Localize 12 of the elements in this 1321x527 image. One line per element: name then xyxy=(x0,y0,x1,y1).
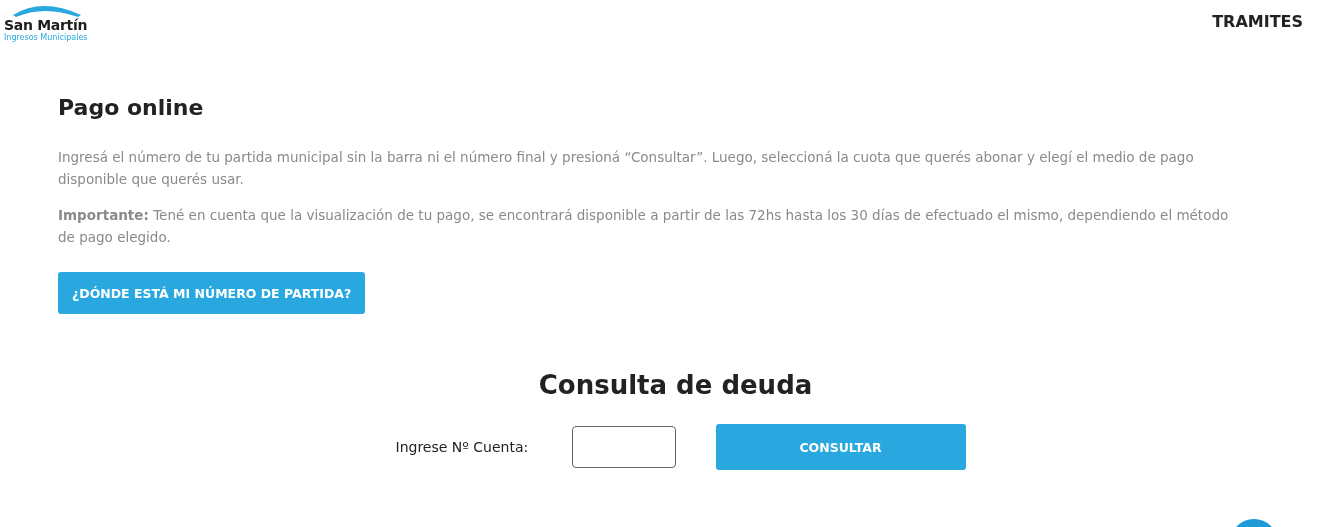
info-paragraph: Importante: Tené en cuenta que la visualización de tu pago, se encontrará disponible a partir de las 72hs hasta los 30 días de efectuado el mismo, dependiendo el método de pago elegido. xyxy=(58,206,1230,247)
logo-arc-icon xyxy=(12,3,82,17)
help-button[interactable]: ¿DÓNDE ESTÁ MI NÚMERO DE PARTIDA? xyxy=(58,272,366,314)
consultar-button[interactable]: CONSULTAR xyxy=(715,424,966,470)
nav-link[interactable]: TRAMITES xyxy=(1212,12,1303,31)
form-title: Consulta de deuda xyxy=(537,370,814,400)
logo-title: San Martín xyxy=(4,17,88,33)
page-heading: Pago online xyxy=(58,95,205,120)
account-input-field[interactable] xyxy=(571,426,676,468)
account-label: Ingrese Nº Cuenta: xyxy=(395,439,530,455)
info-paragraph: Ingresá el número de tu partida municipal sin la barra ni el número final y presioná “Consultar”. Luego, seleccioná la cuota que querés abonar y elegí el medio de pago disponible que querés usar. xyxy=(58,148,1195,189)
logo-subtitle: Ingresos Municipales xyxy=(4,33,88,43)
